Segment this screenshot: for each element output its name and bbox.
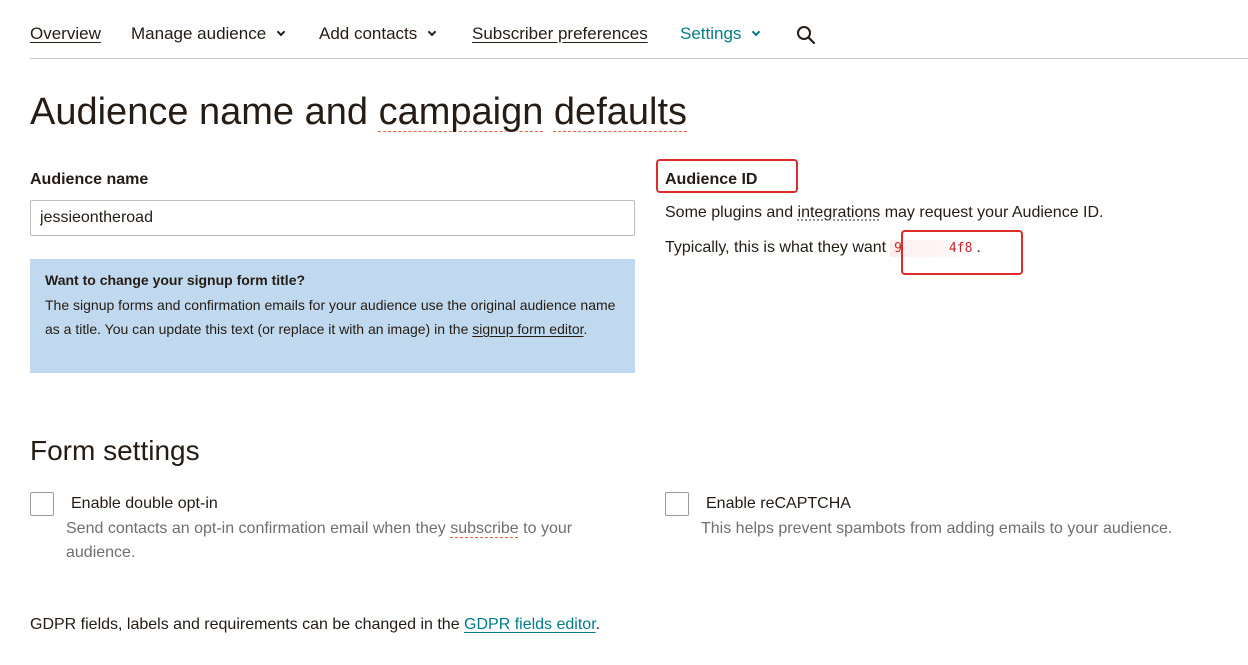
page-title: Audience name and campaign defaults bbox=[30, 91, 688, 133]
nav-subscriber-preferences[interactable]: Subscriber preferences bbox=[472, 24, 648, 44]
recaptcha-checkbox[interactable] bbox=[665, 492, 689, 516]
info-box-title: Want to change your signup form title? bbox=[45, 272, 306, 288]
top-nav: Overview Manage audience Add contacts Su… bbox=[30, 0, 1248, 59]
nav-overview[interactable]: Overview bbox=[30, 24, 101, 44]
signup-form-editor-link[interactable]: signup form editor bbox=[472, 321, 583, 337]
signup-title-info-box: Want to change your signup form title? T… bbox=[30, 259, 635, 373]
audience-id-description: Some plugins and integrations may reques… bbox=[665, 204, 1104, 221]
chevron-down-icon bbox=[276, 27, 286, 37]
nav-add-contacts[interactable]: Add contacts bbox=[319, 24, 437, 44]
search-icon[interactable] bbox=[796, 25, 816, 45]
double-optin-checkbox[interactable] bbox=[30, 492, 54, 516]
chevron-down-icon bbox=[752, 27, 761, 37]
gdpr-fields-editor-link[interactable]: GDPR fields editor bbox=[464, 616, 596, 633]
integrations-link[interactable]: integrations bbox=[798, 204, 881, 221]
form-settings-title: Form settings bbox=[30, 435, 200, 466]
audience-id-line: Typically, this is what they want 9 4f8. bbox=[665, 239, 981, 257]
audience-name-label: Audience name bbox=[30, 171, 149, 188]
double-optin-label: Enable double opt-in bbox=[71, 495, 218, 512]
nav-settings[interactable]: Settings bbox=[680, 24, 761, 44]
chevron-down-icon bbox=[428, 27, 437, 37]
double-optin-help: Send contacts an opt-in confirmation ema… bbox=[66, 520, 573, 561]
gdpr-note: GDPR fields, labels and requirements can… bbox=[30, 616, 601, 633]
audience-id-value: 9 4f8 bbox=[890, 240, 977, 257]
nav-manage-audience[interactable]: Manage audience bbox=[131, 24, 286, 44]
recaptcha-label: Enable reCAPTCHA bbox=[706, 495, 851, 512]
audience-name-input[interactable] bbox=[30, 200, 635, 236]
audience-id-label: Audience ID bbox=[665, 171, 758, 188]
recaptcha-help: This helps prevent spambots from adding … bbox=[701, 520, 1173, 537]
